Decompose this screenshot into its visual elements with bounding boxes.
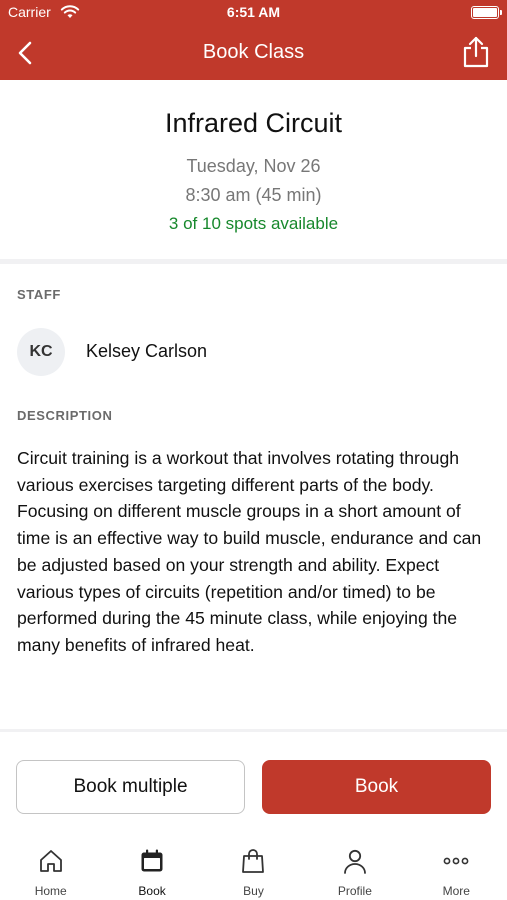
class-time: 8:30 am (45 min) xyxy=(185,185,322,205)
shopping-bag-icon xyxy=(242,849,265,873)
tab-label: Profile xyxy=(337,884,372,898)
tab-more[interactable]: More xyxy=(406,834,507,900)
avatar: KC xyxy=(17,328,65,376)
class-description: Circuit training is a workout that invol… xyxy=(17,448,482,655)
tab-label: Buy xyxy=(243,884,264,898)
status-bar: Carrier 6:51 AM xyxy=(0,0,507,26)
share-icon[interactable] xyxy=(459,34,493,70)
tab-home[interactable]: Home xyxy=(0,834,101,900)
section-divider xyxy=(0,259,507,264)
staff-name[interactable]: Kelsey Carlson xyxy=(86,341,207,362)
home-icon xyxy=(39,850,62,872)
class-header: Infrared Circuit Tuesday, Nov 26 8:30 am… xyxy=(0,80,507,261)
tab-book[interactable]: Book xyxy=(101,834,202,900)
person-icon xyxy=(343,849,366,874)
status-time: 6:51 AM xyxy=(226,4,281,20)
section-divider xyxy=(0,729,507,732)
spots-available: 3 of 10 spots available xyxy=(168,214,339,233)
tab-bar: Home Book Buy Profile More xyxy=(0,834,507,900)
tab-label: Home xyxy=(34,884,67,898)
nav-bar: Book Class xyxy=(0,26,507,80)
book-button[interactable]: Book xyxy=(262,760,491,814)
tab-profile[interactable]: Profile xyxy=(304,834,405,900)
calendar-icon xyxy=(141,849,163,872)
tab-buy[interactable]: Buy xyxy=(203,834,304,900)
description-section-label: DESCRIPTION xyxy=(17,408,113,423)
more-icon xyxy=(443,857,469,865)
battery-icon xyxy=(471,6,502,19)
class-date: Tuesday, Nov 26 xyxy=(186,156,321,176)
staff-section-label: STAFF xyxy=(17,287,61,302)
tab-label: Book xyxy=(138,884,166,898)
page-title: Book Class xyxy=(202,41,305,63)
book-multiple-button[interactable]: Book multiple xyxy=(16,760,245,814)
tab-label: More xyxy=(442,884,470,898)
class-name: Infrared Circuit xyxy=(164,108,343,138)
